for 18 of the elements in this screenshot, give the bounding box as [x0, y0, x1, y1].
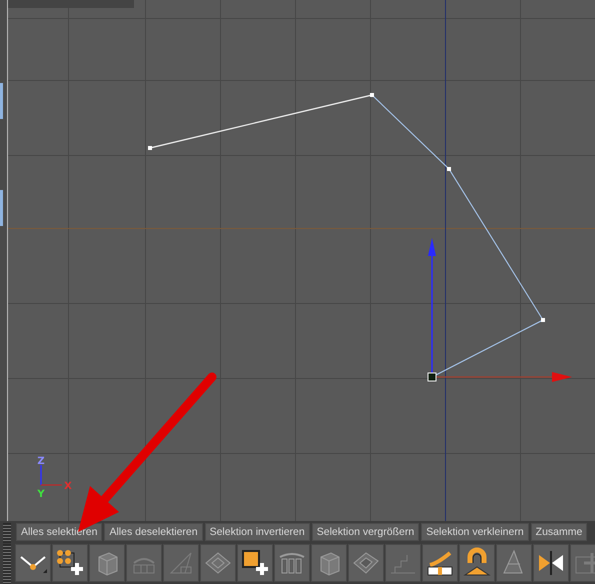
axis-label: X [64, 481, 72, 492]
tool-button[interactable] [533, 544, 569, 582]
tool-button[interactable] [237, 544, 273, 582]
command-button[interactable]: Alles selektieren [16, 523, 102, 541]
tool-button[interactable] [459, 544, 495, 582]
command-button[interactable]: Selektion vergrößern [312, 523, 420, 541]
tool-button[interactable] [15, 544, 51, 582]
command-button[interactable]: Selektion verkleinern [421, 523, 529, 541]
command-button[interactable]: Zusamme [530, 523, 588, 541]
axis-label: Y [37, 489, 45, 500]
tool-button[interactable] [422, 544, 458, 582]
grip-handle[interactable] [3, 523, 11, 543]
command-button[interactable]: Selektion invertieren [204, 523, 310, 541]
axis-icon [40, 465, 62, 486]
grip-handle[interactable] [3, 544, 11, 584]
tool-button[interactable] [52, 544, 88, 582]
command-button[interactable]: Alles deselektieren [104, 523, 203, 541]
axis-label: Z [37, 456, 45, 467]
